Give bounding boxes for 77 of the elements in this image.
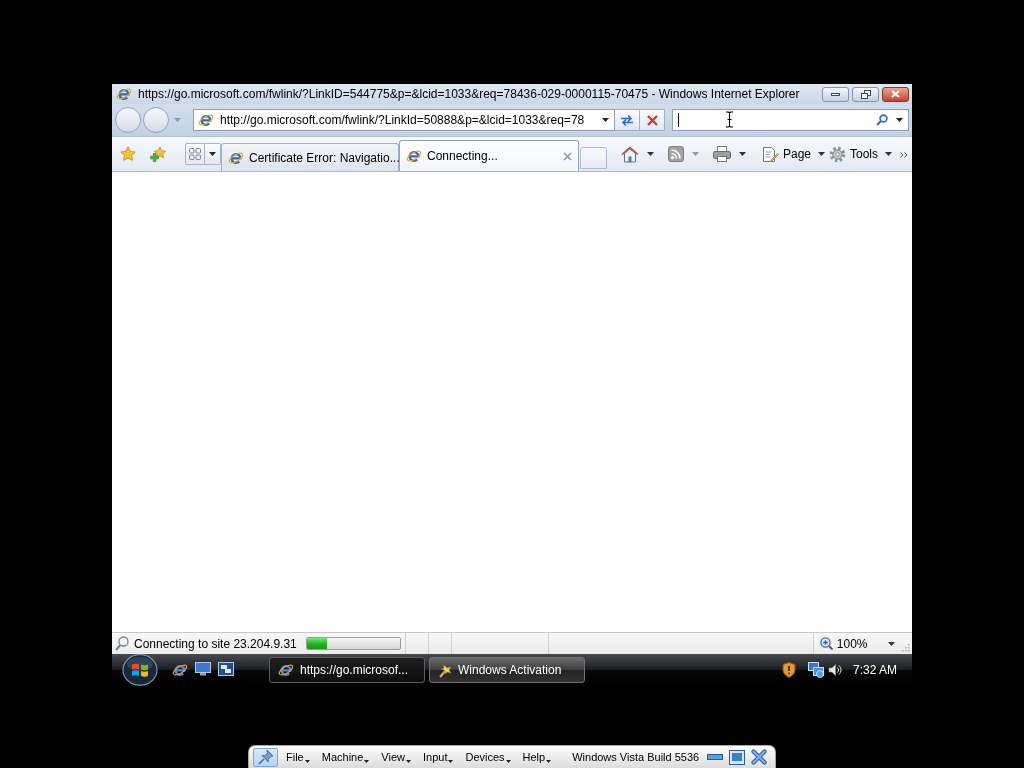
- caret-icon[interactable]: [896, 118, 903, 122]
- menu-item[interactable]: File: [285, 751, 311, 763]
- tools-button[interactable]: Tools: [827, 145, 894, 163]
- search-field[interactable]: [672, 109, 909, 131]
- caret-icon: [304, 760, 310, 763]
- caret-icon: [505, 760, 511, 763]
- network-icon[interactable]: [807, 662, 825, 678]
- resize-grip-icon[interactable]: [902, 644, 910, 652]
- page-icon: [761, 145, 779, 163]
- caret-icon: [887, 641, 895, 646]
- caret-icon: [405, 760, 411, 763]
- caret-icon: [818, 152, 825, 156]
- window-switch-icon[interactable]: [218, 662, 234, 676]
- e-logo-icon: [406, 148, 422, 164]
- menu-item[interactable]: Input: [421, 751, 455, 763]
- minimize-button[interactable]: [822, 86, 849, 102]
- x-icon: [646, 114, 658, 126]
- menu-item[interactable]: Machine: [320, 751, 371, 763]
- taskbar-button[interactable]: https://go.microsof...: [269, 657, 425, 683]
- text-pointer-icon: [725, 111, 734, 128]
- caret-icon[interactable]: [646, 152, 654, 156]
- star-icon[interactable]: [120, 146, 136, 162]
- pin-icon: [257, 749, 274, 765]
- tab[interactable]: Certificate Error: Navigatio...: [221, 143, 399, 171]
- restore-icon[interactable]: [729, 749, 745, 765]
- star-plus-icon[interactable]: [150, 146, 166, 162]
- restore-icon: [860, 89, 871, 99]
- e-logo-icon: [228, 149, 244, 166]
- zoom-button[interactable]: 100%: [813, 636, 895, 651]
- caret-icon: [209, 152, 216, 156]
- caret-icon[interactable]: [602, 118, 609, 122]
- close-icon: [891, 90, 900, 98]
- feed-icon[interactable]: [667, 146, 684, 162]
- refresh-icon: [620, 113, 634, 127]
- start-button[interactable]: [122, 654, 158, 686]
- menu-item[interactable]: Help: [521, 751, 553, 763]
- close-icon[interactable]: [563, 151, 572, 161]
- e-logo-icon: [278, 662, 294, 678]
- zoom-icon: [819, 637, 833, 650]
- tab[interactable]: Connecting...: [399, 140, 579, 171]
- page-button[interactable]: Page: [759, 145, 827, 163]
- printer-icon[interactable]: [712, 146, 731, 162]
- stop-button[interactable]: [640, 109, 665, 131]
- tab-list-button[interactable]: [205, 143, 221, 165]
- pin-button[interactable]: [253, 747, 278, 767]
- status-text: Connecting to site 23.204.9.31: [134, 636, 297, 651]
- window-title: https://go.microsoft.com/fwlink/?LinkID=544775&p=&lcid=1033&req=78436-029-0000115-70475 - Windows Internet Explorer: [138, 87, 801, 101]
- clock[interactable]: 7:32 AM: [852, 663, 897, 677]
- taskbar-button[interactable]: Windows Activation: [429, 657, 585, 683]
- grid-icon: [189, 148, 201, 160]
- caret-icon: [364, 760, 370, 763]
- e-logo-icon[interactable]: [172, 662, 188, 678]
- restore-button[interactable]: [852, 86, 879, 102]
- menu-item[interactable]: Devices: [464, 751, 512, 763]
- e-logo-icon: [116, 86, 132, 102]
- caret-icon: [448, 760, 454, 763]
- close-icon[interactable]: [751, 749, 767, 765]
- caret-icon: [885, 152, 892, 156]
- home-icon[interactable]: [620, 145, 639, 163]
- refresh-button[interactable]: [615, 109, 640, 131]
- wand-icon: [438, 662, 452, 678]
- close-button[interactable]: [882, 86, 909, 102]
- desktop-icon[interactable]: [195, 662, 211, 676]
- shield-icon[interactable]: [781, 662, 796, 678]
- caret-icon[interactable]: [738, 152, 746, 156]
- chevron-icon[interactable]: [900, 151, 908, 158]
- menu-item[interactable]: View: [380, 751, 412, 763]
- caret-icon: [546, 760, 552, 763]
- magnifier-icon: [115, 636, 129, 651]
- minimize-icon: [831, 92, 840, 96]
- address-field[interactable]: http://go.microsoft.com/fwlink/?LinkId=50888&p=&lcid=1033&req=78: [193, 109, 615, 131]
- quick-tabs-button[interactable]: [185, 143, 205, 165]
- e-logo-icon: [198, 112, 214, 128]
- gear-icon: [829, 145, 846, 163]
- search-icon[interactable]: [876, 114, 888, 126]
- speaker-icon[interactable]: [827, 663, 842, 677]
- machine-title: Windows Vista Build 5536: [572, 751, 700, 763]
